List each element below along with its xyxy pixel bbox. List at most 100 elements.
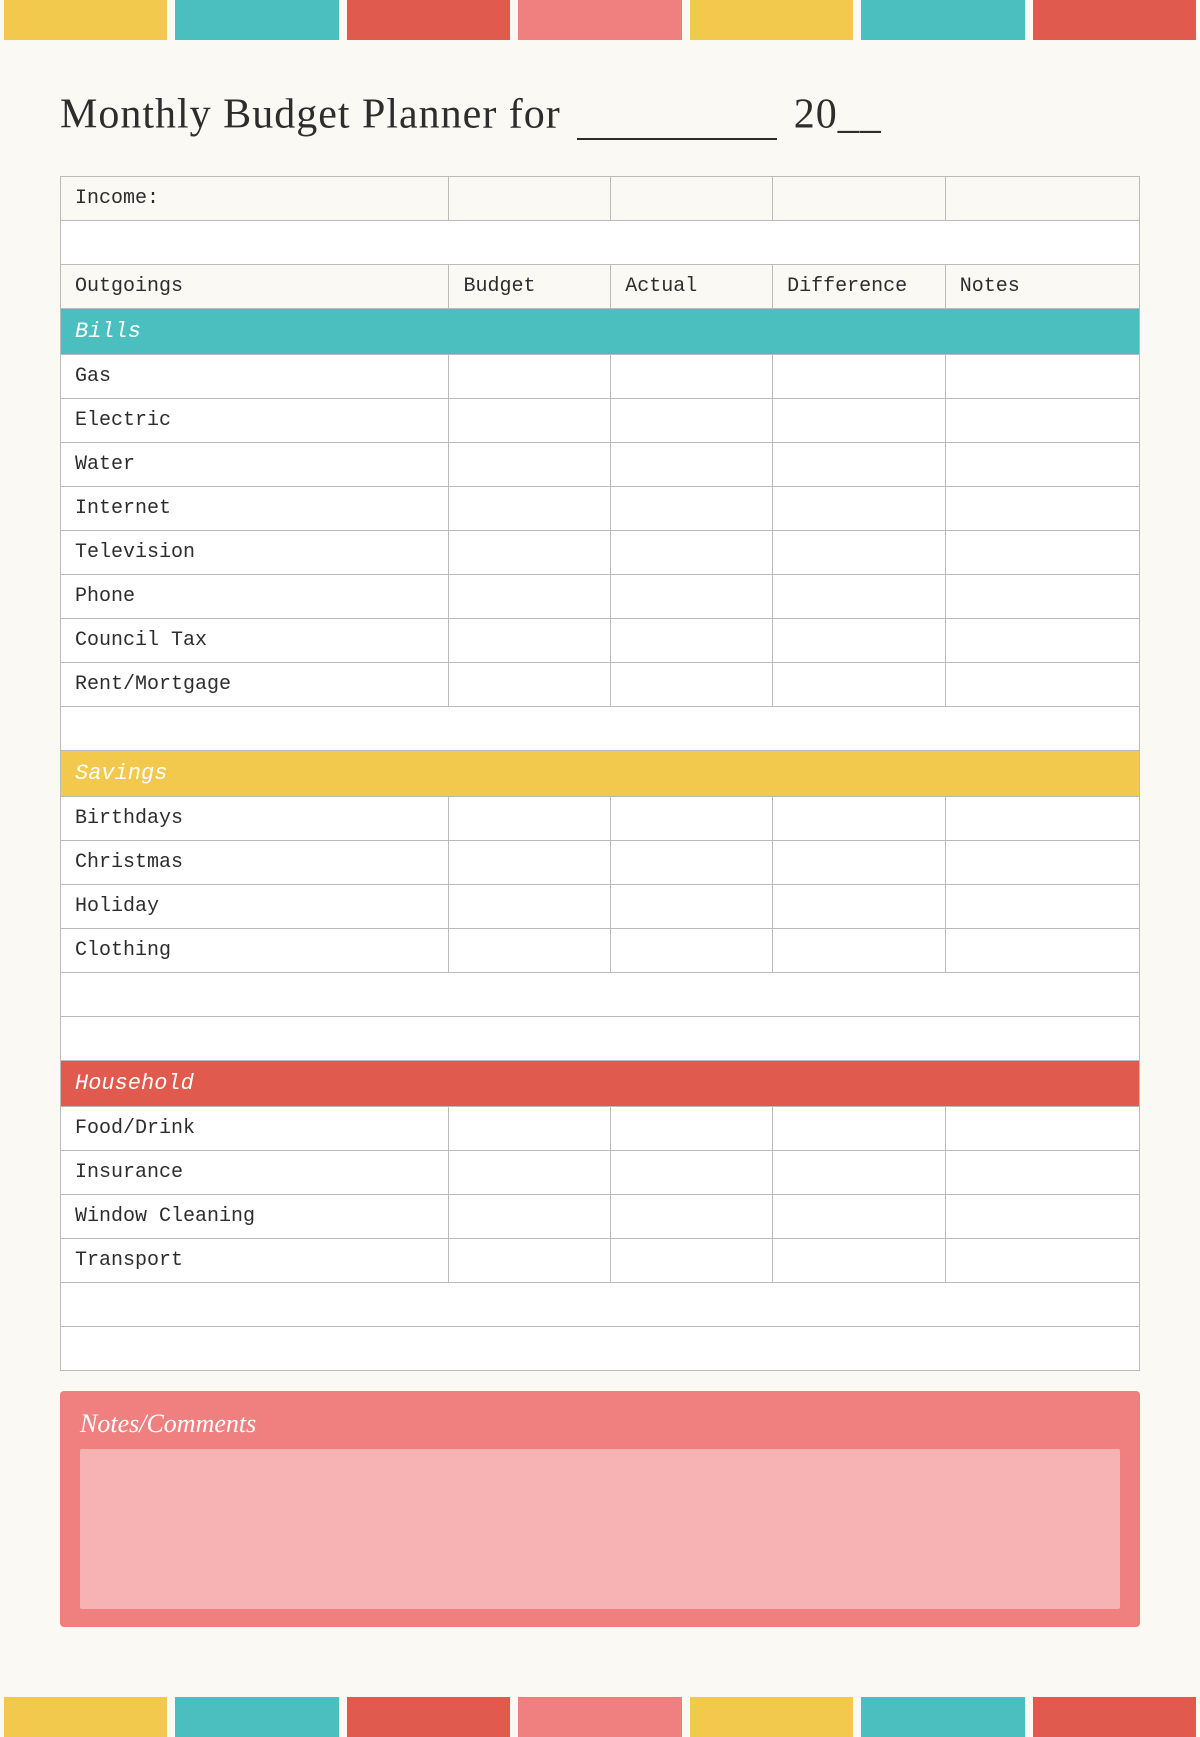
council-tax-notes[interactable] bbox=[945, 619, 1139, 663]
council-tax-actual[interactable] bbox=[611, 619, 773, 663]
bottom-spacer bbox=[60, 1627, 1140, 1657]
tv-budget[interactable] bbox=[449, 531, 611, 575]
insurance-actual[interactable] bbox=[611, 1151, 773, 1195]
holiday-budget[interactable] bbox=[449, 885, 611, 929]
label-gas: Gas bbox=[61, 355, 449, 399]
transport-notes[interactable] bbox=[945, 1239, 1139, 1283]
row-window-cleaning: Window Cleaning bbox=[61, 1195, 1140, 1239]
column-header-row: Outgoings Budget Actual Difference Notes bbox=[61, 265, 1140, 309]
bottom-color-bar bbox=[0, 1697, 1200, 1737]
row-council-tax: Council Tax bbox=[61, 619, 1140, 663]
bottom-bar-seg-3 bbox=[347, 1697, 510, 1737]
internet-notes[interactable] bbox=[945, 487, 1139, 531]
window-cleaning-notes[interactable] bbox=[945, 1195, 1139, 1239]
tv-notes[interactable] bbox=[945, 531, 1139, 575]
window-cleaning-actual[interactable] bbox=[611, 1195, 773, 1239]
bar-seg-7 bbox=[1033, 0, 1196, 40]
holiday-actual[interactable] bbox=[611, 885, 773, 929]
holiday-diff bbox=[773, 885, 946, 929]
income-actual-cell bbox=[611, 177, 773, 221]
insurance-diff bbox=[773, 1151, 946, 1195]
phone-notes[interactable] bbox=[945, 575, 1139, 619]
phone-actual[interactable] bbox=[611, 575, 773, 619]
transport-diff bbox=[773, 1239, 946, 1283]
row-television: Television bbox=[61, 531, 1140, 575]
water-budget[interactable] bbox=[449, 443, 611, 487]
insurance-budget[interactable] bbox=[449, 1151, 611, 1195]
label-water: Water bbox=[61, 443, 449, 487]
label-transport: Transport bbox=[61, 1239, 449, 1283]
food-diff bbox=[773, 1107, 946, 1151]
internet-budget[interactable] bbox=[449, 487, 611, 531]
internet-actual[interactable] bbox=[611, 487, 773, 531]
title-prefix: Monthly Budget Planner for bbox=[60, 92, 561, 138]
gas-actual[interactable] bbox=[611, 355, 773, 399]
birthdays-actual[interactable] bbox=[611, 797, 773, 841]
bar-seg-2 bbox=[175, 0, 338, 40]
bar-seg-4 bbox=[518, 0, 681, 40]
phone-diff bbox=[773, 575, 946, 619]
rent-notes[interactable] bbox=[945, 663, 1139, 707]
transport-budget[interactable] bbox=[449, 1239, 611, 1283]
internet-diff bbox=[773, 487, 946, 531]
bottom-bar-seg-2 bbox=[175, 1697, 338, 1737]
title-year-prefix: 20 bbox=[794, 92, 838, 138]
row-internet: Internet bbox=[61, 487, 1140, 531]
bar-seg-5 bbox=[690, 0, 853, 40]
section-bills-header: Bills bbox=[61, 309, 1140, 355]
spacer-row-1 bbox=[61, 221, 1140, 265]
birthdays-budget[interactable] bbox=[449, 797, 611, 841]
rent-actual[interactable] bbox=[611, 663, 773, 707]
electric-actual[interactable] bbox=[611, 399, 773, 443]
window-cleaning-diff bbox=[773, 1195, 946, 1239]
section-household-header: Household bbox=[61, 1061, 1140, 1107]
water-notes[interactable] bbox=[945, 443, 1139, 487]
row-birthdays: Birthdays bbox=[61, 797, 1140, 841]
label-internet: Internet bbox=[61, 487, 449, 531]
gas-budget[interactable] bbox=[449, 355, 611, 399]
birthdays-notes[interactable] bbox=[945, 797, 1139, 841]
row-christmas: Christmas bbox=[61, 841, 1140, 885]
top-color-bar bbox=[0, 0, 1200, 40]
spacer-row-6 bbox=[61, 1327, 1140, 1371]
food-budget[interactable] bbox=[449, 1107, 611, 1151]
water-actual[interactable] bbox=[611, 443, 773, 487]
christmas-actual[interactable] bbox=[611, 841, 773, 885]
council-tax-budget[interactable] bbox=[449, 619, 611, 663]
clothing-notes[interactable] bbox=[945, 929, 1139, 973]
rent-budget[interactable] bbox=[449, 663, 611, 707]
holiday-notes[interactable] bbox=[945, 885, 1139, 929]
food-notes[interactable] bbox=[945, 1107, 1139, 1151]
phone-budget[interactable] bbox=[449, 575, 611, 619]
electric-budget[interactable] bbox=[449, 399, 611, 443]
income-notes-cell bbox=[945, 177, 1139, 221]
rent-diff bbox=[773, 663, 946, 707]
clothing-budget[interactable] bbox=[449, 929, 611, 973]
christmas-budget[interactable] bbox=[449, 841, 611, 885]
christmas-notes[interactable] bbox=[945, 841, 1139, 885]
row-holiday: Holiday bbox=[61, 885, 1140, 929]
electric-diff bbox=[773, 399, 946, 443]
transport-actual[interactable] bbox=[611, 1239, 773, 1283]
household-label: Household bbox=[61, 1061, 1140, 1107]
window-cleaning-budget[interactable] bbox=[449, 1195, 611, 1239]
tv-actual[interactable] bbox=[611, 531, 773, 575]
bottom-bar-seg-4 bbox=[518, 1697, 681, 1737]
food-actual[interactable] bbox=[611, 1107, 773, 1151]
insurance-notes[interactable] bbox=[945, 1151, 1139, 1195]
label-phone: Phone bbox=[61, 575, 449, 619]
header-actual: Actual bbox=[611, 265, 773, 309]
notes-content-area[interactable] bbox=[80, 1449, 1120, 1609]
bar-seg-6 bbox=[861, 0, 1024, 40]
gas-notes[interactable] bbox=[945, 355, 1139, 399]
electric-notes[interactable] bbox=[945, 399, 1139, 443]
row-electric: Electric bbox=[61, 399, 1140, 443]
label-food-drink: Food/Drink bbox=[61, 1107, 449, 1151]
header-notes: Notes bbox=[945, 265, 1139, 309]
christmas-diff bbox=[773, 841, 946, 885]
label-electric: Electric bbox=[61, 399, 449, 443]
row-clothing: Clothing bbox=[61, 929, 1140, 973]
section-savings-header: Savings bbox=[61, 751, 1140, 797]
clothing-actual[interactable] bbox=[611, 929, 773, 973]
income-row: Income: bbox=[61, 177, 1140, 221]
